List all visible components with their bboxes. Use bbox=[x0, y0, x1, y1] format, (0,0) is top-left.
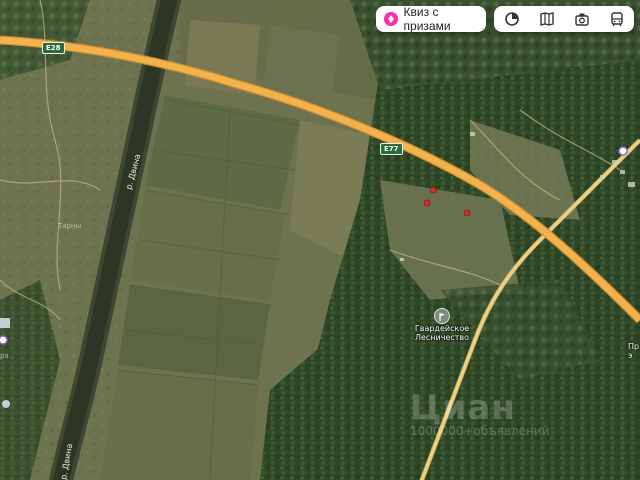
camera-icon bbox=[574, 13, 589, 26]
poi-name-line1: Гвардейское bbox=[414, 324, 470, 333]
layer-button-map-book[interactable] bbox=[538, 10, 556, 28]
layer-button-camera[interactable] bbox=[573, 10, 591, 28]
place-label-tarny: Тарны bbox=[57, 222, 81, 230]
map-book-icon bbox=[539, 12, 554, 26]
watermark-tagline: 1000000+объявлений bbox=[410, 424, 550, 438]
listing-marker[interactable] bbox=[463, 209, 471, 217]
listing-marker[interactable] bbox=[429, 186, 437, 194]
place-label-edge-right: Пр э bbox=[628, 342, 640, 360]
place-label-edge-left: ра bbox=[0, 352, 9, 360]
quiz-button-label: Квиз с призами bbox=[403, 5, 451, 33]
map-layer-controls bbox=[494, 6, 634, 32]
poi-name-line2: Лесничество bbox=[414, 333, 470, 342]
listing-marker[interactable] bbox=[423, 199, 431, 207]
bus-icon bbox=[610, 12, 623, 26]
flag-icon bbox=[439, 313, 445, 321]
watermark: Циан 1000000+объявлений bbox=[410, 388, 610, 448]
layer-button-panorama[interactable] bbox=[503, 10, 521, 28]
poi-label-forestry[interactable]: Гвардейское Лесничество bbox=[408, 324, 476, 342]
poi-flag-icon[interactable] bbox=[434, 308, 450, 324]
sparkle-icon bbox=[384, 12, 398, 26]
layer-button-transport[interactable] bbox=[608, 10, 626, 28]
poi-marker-left[interactable] bbox=[0, 335, 8, 345]
highway-shield-e28: E28 bbox=[42, 42, 65, 54]
watermark-brand: Циан bbox=[410, 388, 516, 428]
poi-marker-right[interactable] bbox=[618, 146, 628, 156]
quiz-button[interactable]: Квиз с призами bbox=[376, 5, 486, 33]
satellite-map[interactable]: р. Двина р. Двина Тарны ра E28 E77 Гвард… bbox=[0, 0, 640, 480]
highway-shield-e77: E77 bbox=[380, 143, 403, 155]
circle-layer-icon bbox=[504, 12, 519, 26]
